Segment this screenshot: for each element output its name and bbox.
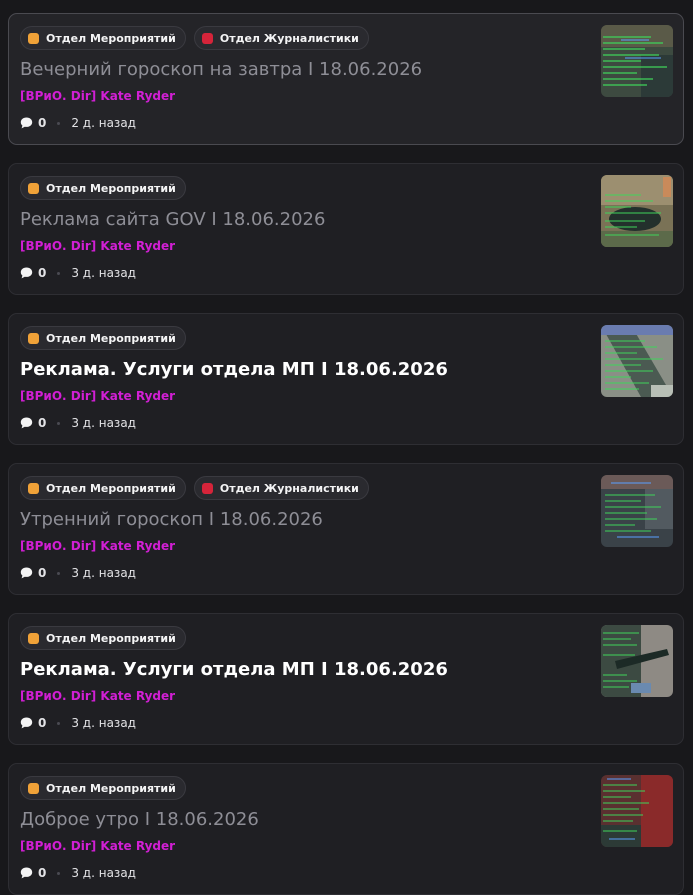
tag-label: Отдел Мероприятий bbox=[46, 331, 176, 345]
comment-count: 0 bbox=[38, 716, 47, 730]
post-thumbnail[interactable] bbox=[601, 175, 673, 247]
post-meta: 0 3 д. назад bbox=[20, 716, 136, 730]
post-meta: 0 3 д. назад bbox=[20, 566, 136, 580]
separator-dot bbox=[57, 271, 61, 275]
comment-count: 0 bbox=[38, 266, 47, 280]
post-card[interactable]: Отдел Мероприятий Отдел Журналистики Утр… bbox=[8, 463, 684, 595]
post-title[interactable]: Доброе утро I 18.06.2026 bbox=[20, 808, 590, 832]
tag-label: Отдел Журналистики bbox=[219, 31, 359, 45]
post-time: 3 д. назад bbox=[71, 866, 136, 880]
post-thumbnail[interactable] bbox=[601, 625, 673, 697]
orange-square-icon bbox=[28, 782, 39, 794]
post-meta: 0 2 д. назад bbox=[20, 116, 136, 130]
post-thumbnail[interactable] bbox=[601, 25, 673, 97]
post-time: 2 д. назад bbox=[71, 116, 136, 130]
post-tags: Отдел Мероприятий bbox=[20, 776, 186, 800]
speech-bubble-icon bbox=[20, 867, 33, 879]
separator-dot bbox=[57, 571, 61, 575]
speech-bubble-icon bbox=[20, 117, 33, 129]
post-thumbnail[interactable] bbox=[601, 325, 673, 397]
post-title[interactable]: Реклама. Услуги отдела МП I 18.06.2026 bbox=[20, 658, 590, 682]
speech-bubble-icon bbox=[20, 567, 33, 579]
tag-journalism[interactable]: Отдел Журналистики bbox=[193, 26, 369, 50]
post-author[interactable]: [ВРиО. Dir] Kate Ryder bbox=[20, 239, 175, 253]
post-title[interactable]: Утренний гороскоп I 18.06.2026 bbox=[20, 508, 590, 532]
post-tags: Отдел Мероприятий Отдел Журналистики bbox=[20, 26, 369, 50]
post-author[interactable]: [ВРиО. Dir] Kate Ryder bbox=[20, 689, 175, 703]
post-card[interactable]: Отдел Мероприятий Реклама. Услуги отдела… bbox=[8, 313, 684, 445]
post-meta: 0 3 д. назад bbox=[20, 866, 136, 880]
tag-label: Отдел Мероприятий bbox=[46, 481, 176, 495]
tag-events[interactable]: Отдел Мероприятий bbox=[20, 326, 186, 350]
orange-square-icon bbox=[28, 182, 39, 194]
post-thumbnail[interactable] bbox=[601, 775, 673, 847]
tag-journalism[interactable]: Отдел Журналистики bbox=[193, 476, 369, 500]
post-time: 3 д. назад bbox=[71, 716, 136, 730]
tag-label: Отдел Мероприятий bbox=[46, 31, 176, 45]
post-time: 3 д. назад bbox=[71, 566, 136, 580]
tag-label: Отдел Мероприятий bbox=[46, 181, 176, 195]
comment-count: 0 bbox=[38, 866, 47, 880]
post-title[interactable]: Реклама. Услуги отдела МП I 18.06.2026 bbox=[20, 358, 590, 382]
separator-dot bbox=[57, 421, 61, 425]
tag-events[interactable]: Отдел Мероприятий bbox=[20, 626, 186, 650]
tag-label: Отдел Журналистики bbox=[219, 481, 359, 495]
post-thumbnail[interactable] bbox=[601, 475, 673, 547]
post-author[interactable]: [ВРиО. Dir] Kate Ryder bbox=[20, 539, 175, 553]
post-time: 3 д. назад bbox=[71, 416, 136, 430]
orange-square-icon bbox=[28, 632, 39, 644]
comment-count: 0 bbox=[38, 566, 47, 580]
post-card[interactable]: Отдел Мероприятий Реклама сайта GOV I 18… bbox=[8, 163, 684, 295]
comment-count: 0 bbox=[38, 416, 47, 430]
post-author[interactable]: [ВРиО. Dir] Kate Ryder bbox=[20, 389, 175, 403]
separator-dot bbox=[57, 721, 61, 725]
orange-square-icon bbox=[28, 332, 39, 344]
tag-label: Отдел Мероприятий bbox=[46, 781, 176, 795]
tag-events[interactable]: Отдел Мероприятий bbox=[20, 176, 186, 200]
post-author[interactable]: [ВРиО. Dir] Kate Ryder bbox=[20, 89, 175, 103]
red-book-icon bbox=[201, 482, 213, 494]
post-feed: Отдел Мероприятий Отдел Журналистики Веч… bbox=[0, 0, 693, 895]
post-author[interactable]: [ВРиО. Dir] Kate Ryder bbox=[20, 839, 175, 853]
separator-dot bbox=[57, 121, 61, 125]
orange-square-icon bbox=[28, 482, 39, 494]
separator-dot bbox=[57, 871, 61, 875]
post-card[interactable]: Отдел Мероприятий Отдел Журналистики Веч… bbox=[8, 13, 684, 145]
post-tags: Отдел Мероприятий bbox=[20, 626, 186, 650]
post-tags: Отдел Мероприятий Отдел Журналистики bbox=[20, 476, 369, 500]
post-title[interactable]: Вечерний гороскоп на завтра I 18.06.2026 bbox=[20, 58, 590, 82]
red-book-icon bbox=[201, 32, 213, 44]
post-time: 3 д. назад bbox=[71, 266, 136, 280]
tag-label: Отдел Мероприятий bbox=[46, 631, 176, 645]
post-card[interactable]: Отдел Мероприятий Доброе утро I 18.06.20… bbox=[8, 763, 684, 895]
post-card[interactable]: Отдел Мероприятий Реклама. Услуги отдела… bbox=[8, 613, 684, 745]
tag-events[interactable]: Отдел Мероприятий bbox=[20, 26, 186, 50]
post-meta: 0 3 д. назад bbox=[20, 416, 136, 430]
post-tags: Отдел Мероприятий bbox=[20, 176, 186, 200]
speech-bubble-icon bbox=[20, 717, 33, 729]
post-meta: 0 3 д. назад bbox=[20, 266, 136, 280]
tag-events[interactable]: Отдел Мероприятий bbox=[20, 476, 186, 500]
speech-bubble-icon bbox=[20, 267, 33, 279]
speech-bubble-icon bbox=[20, 417, 33, 429]
comment-count: 0 bbox=[38, 116, 47, 130]
post-tags: Отдел Мероприятий bbox=[20, 326, 186, 350]
tag-events[interactable]: Отдел Мероприятий bbox=[20, 776, 186, 800]
orange-square-icon bbox=[28, 32, 39, 44]
post-title[interactable]: Реклама сайта GOV I 18.06.2026 bbox=[20, 208, 590, 232]
